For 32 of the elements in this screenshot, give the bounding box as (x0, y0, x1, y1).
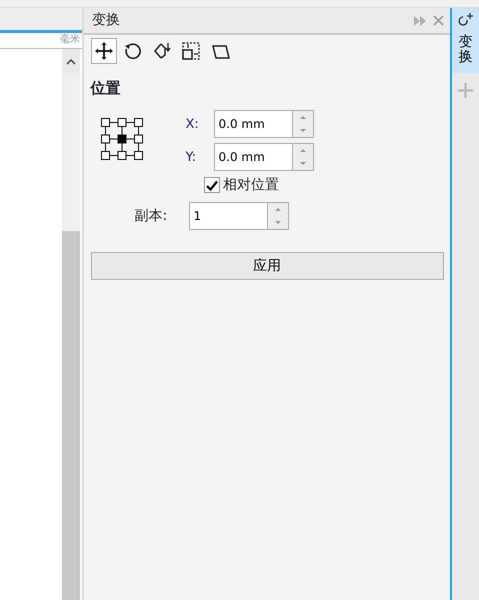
field-label: Y: (186, 148, 198, 166)
section-title: 位置 (90, 78, 122, 100)
checkbox-label: 相对位置 (222, 176, 279, 194)
anchor-point[interactable] (100, 134, 110, 144)
checkbox[interactable] (204, 177, 220, 193)
anchor-point[interactable] (100, 151, 110, 160)
size-icon (181, 41, 202, 62)
move-tool-button[interactable] (90, 38, 116, 64)
field-label: X: (186, 116, 200, 134)
anchor-point[interactable] (117, 118, 126, 128)
move-icon (94, 41, 114, 62)
caret-icon (66, 58, 76, 64)
copies-field[interactable]: 1 (188, 202, 268, 230)
apply-button[interactable]: 应用 (90, 252, 444, 280)
anchor-point[interactable] (134, 118, 142, 128)
scroll-thumb[interactable] (62, 231, 80, 600)
transform-icon (458, 12, 474, 28)
scroll-up-button[interactable] (62, 49, 80, 73)
docker-title: 变换 (92, 11, 120, 30)
scale-icon (152, 41, 172, 62)
anchor-point[interactable] (117, 151, 126, 160)
coordinate-field[interactable]: 0.0 mm (214, 143, 292, 172)
anchor-point[interactable] (100, 118, 110, 128)
rotate-icon (122, 41, 143, 62)
copies-label: 副本: (134, 206, 168, 226)
anchor-point[interactable] (134, 134, 142, 144)
vertical-scrollbar[interactable] (62, 49, 80, 600)
coordinate-field[interactable]: 0.0 mm (214, 110, 292, 138)
ruler-unit: 毫米 (60, 34, 80, 45)
side-tab[interactable]: 变换 (452, 8, 479, 74)
anchor-point[interactable] (134, 151, 142, 160)
anchor-point[interactable] (117, 134, 126, 144)
